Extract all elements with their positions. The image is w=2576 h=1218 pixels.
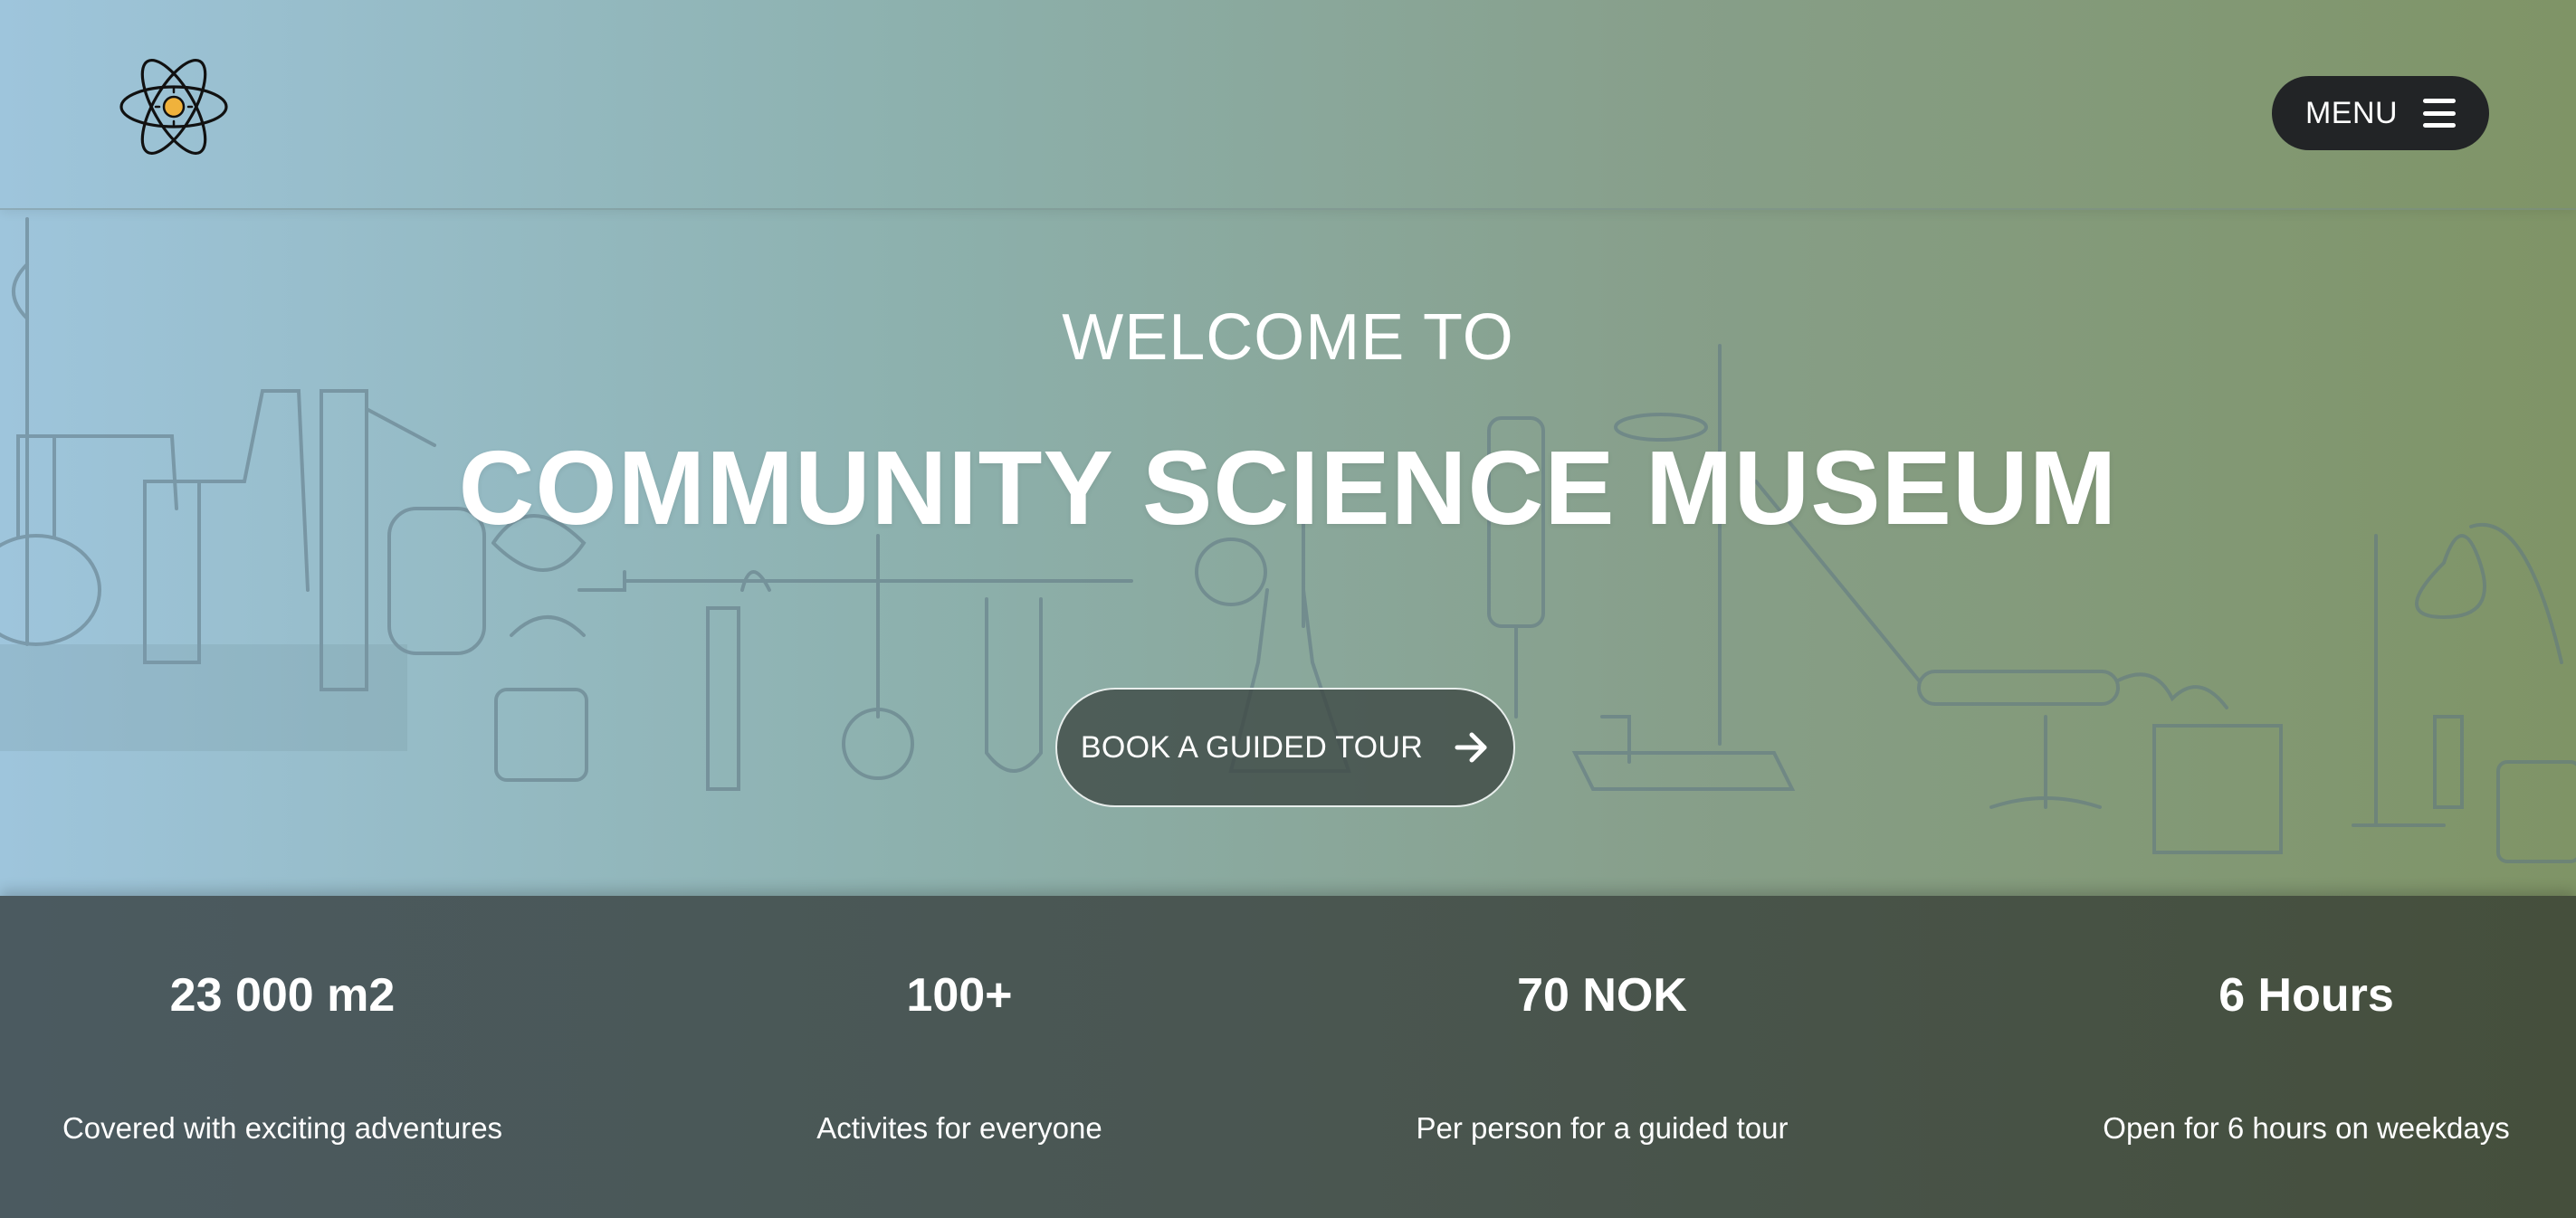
stat-area: 23 000 m2 Covered with exciting adventur… — [18, 896, 547, 1218]
stat-value: 70 NOK — [1517, 969, 1687, 1022]
stat-value: 6 Hours — [2218, 969, 2394, 1022]
stat-caption: Activites for everyone — [816, 1111, 1102, 1145]
stat-value: 23 000 m2 — [169, 969, 396, 1022]
cta-label: BOOK A GUIDED TOUR — [1080, 729, 1424, 765]
page-title: COMMUNITY SCIENCE MUSEUM — [458, 429, 2118, 547]
stat-caption: Covered with exciting adventures — [62, 1111, 503, 1145]
hero-section: WELCOME TO COMMUNITY SCIENCE MUSEUM BOOK… — [0, 210, 2576, 896]
stat-hours: 6 Hours Open for 6 hours on weekdays — [2042, 896, 2571, 1218]
welcome-heading: WELCOME TO — [1062, 301, 1514, 374]
stat-value: 100+ — [906, 969, 1013, 1022]
site-header: MENU — [0, 0, 2576, 210]
stat-activities: 100+ Activites for everyone — [695, 896, 1224, 1218]
stats-band: 23 000 m2 Covered with exciting adventur… — [0, 896, 2576, 1218]
stat-caption: Per person for a guided tour — [1416, 1111, 1789, 1145]
menu-label: MENU — [2304, 95, 2399, 130]
book-guided-tour-button[interactable]: BOOK A GUIDED TOUR — [1055, 688, 1515, 807]
arrow-right-icon — [1455, 732, 1487, 763]
atom-icon[interactable] — [118, 54, 230, 159]
stat-price: 70 NOK Per person for a guided tour — [1338, 896, 1866, 1218]
hamburger-icon — [2423, 99, 2457, 128]
stat-caption: Open for 6 hours on weekdays — [2103, 1111, 2510, 1145]
page: MENU WELCOME TO COMMUNITY SCIENCE MUSEUM… — [0, 0, 2576, 1218]
menu-button[interactable]: MENU — [2272, 76, 2489, 150]
